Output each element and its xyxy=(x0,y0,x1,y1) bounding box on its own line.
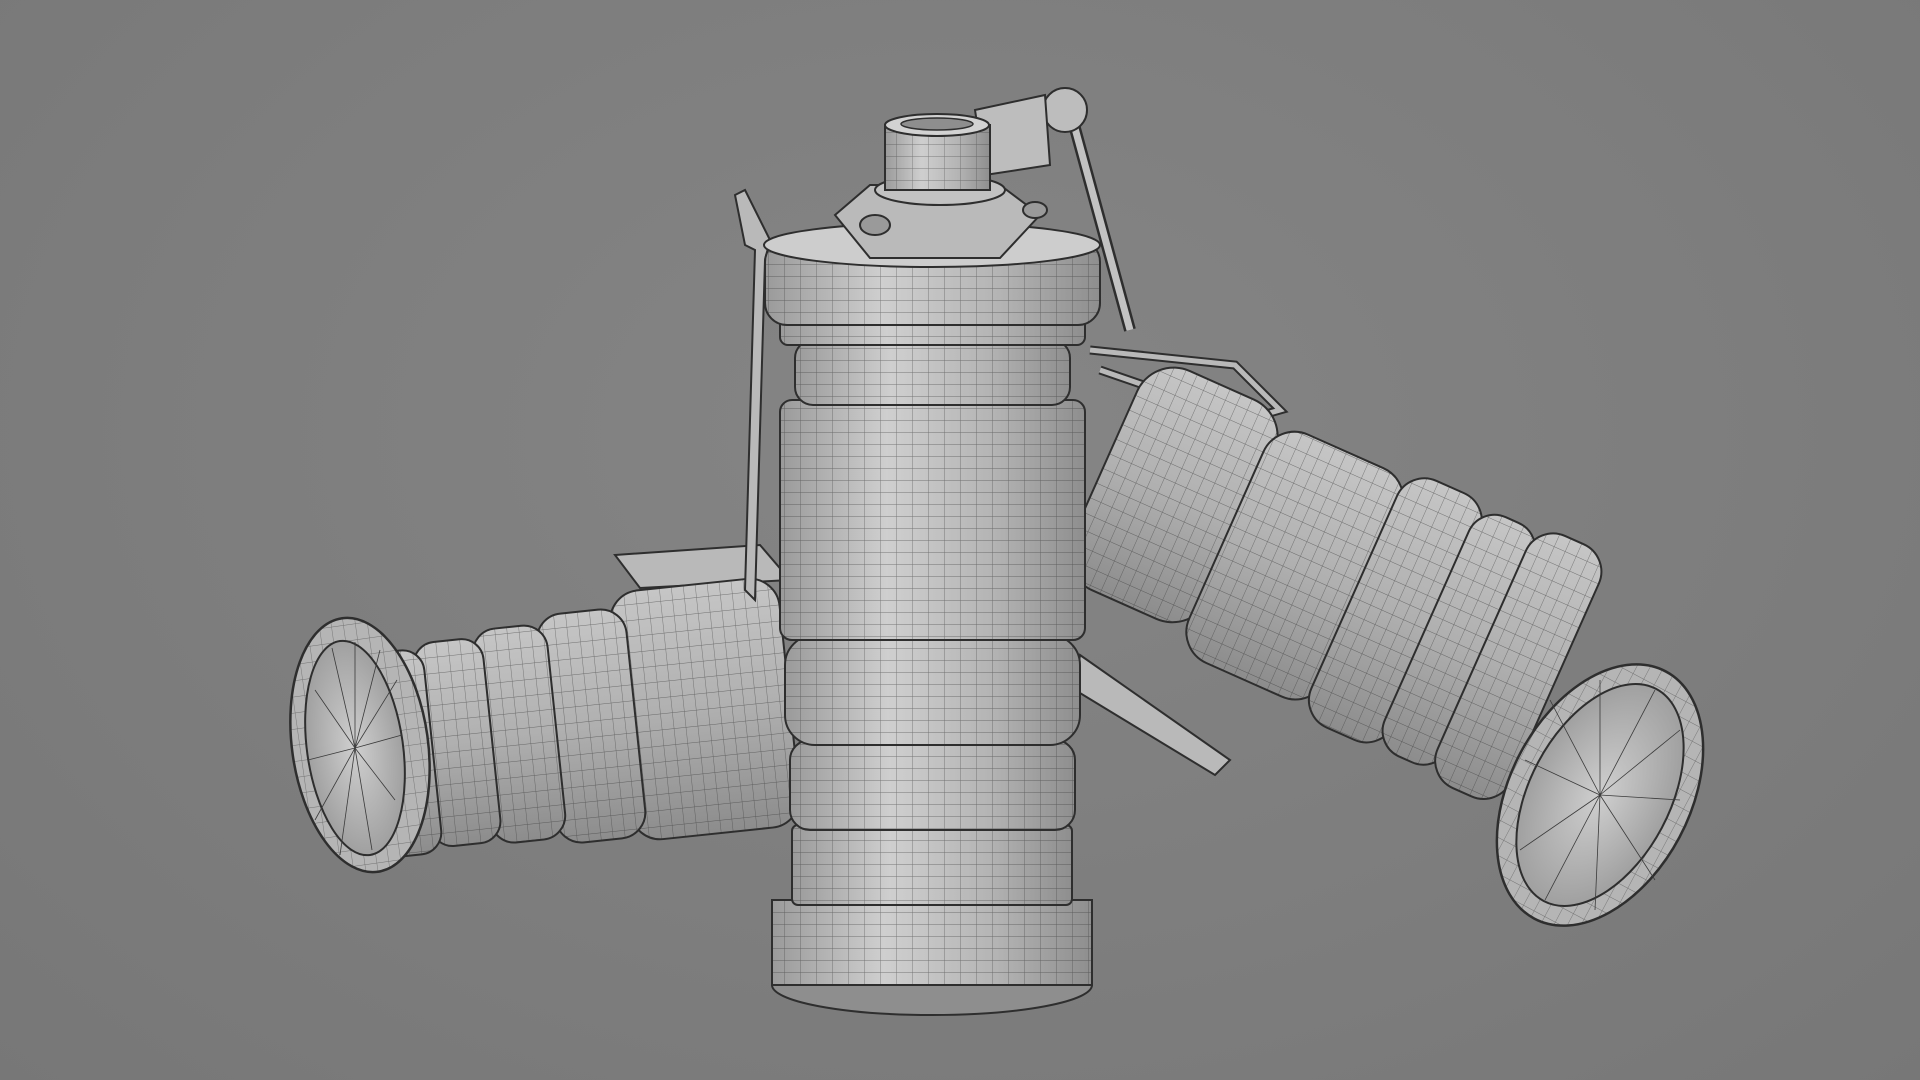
scene-canvas[interactable] xyxy=(0,0,1920,1080)
grenade-left[interactable] xyxy=(275,543,803,881)
grenade-right[interactable] xyxy=(1042,345,1745,961)
grenade-center[interactable] xyxy=(733,87,1136,1016)
3d-viewport[interactable] xyxy=(0,0,1920,1080)
